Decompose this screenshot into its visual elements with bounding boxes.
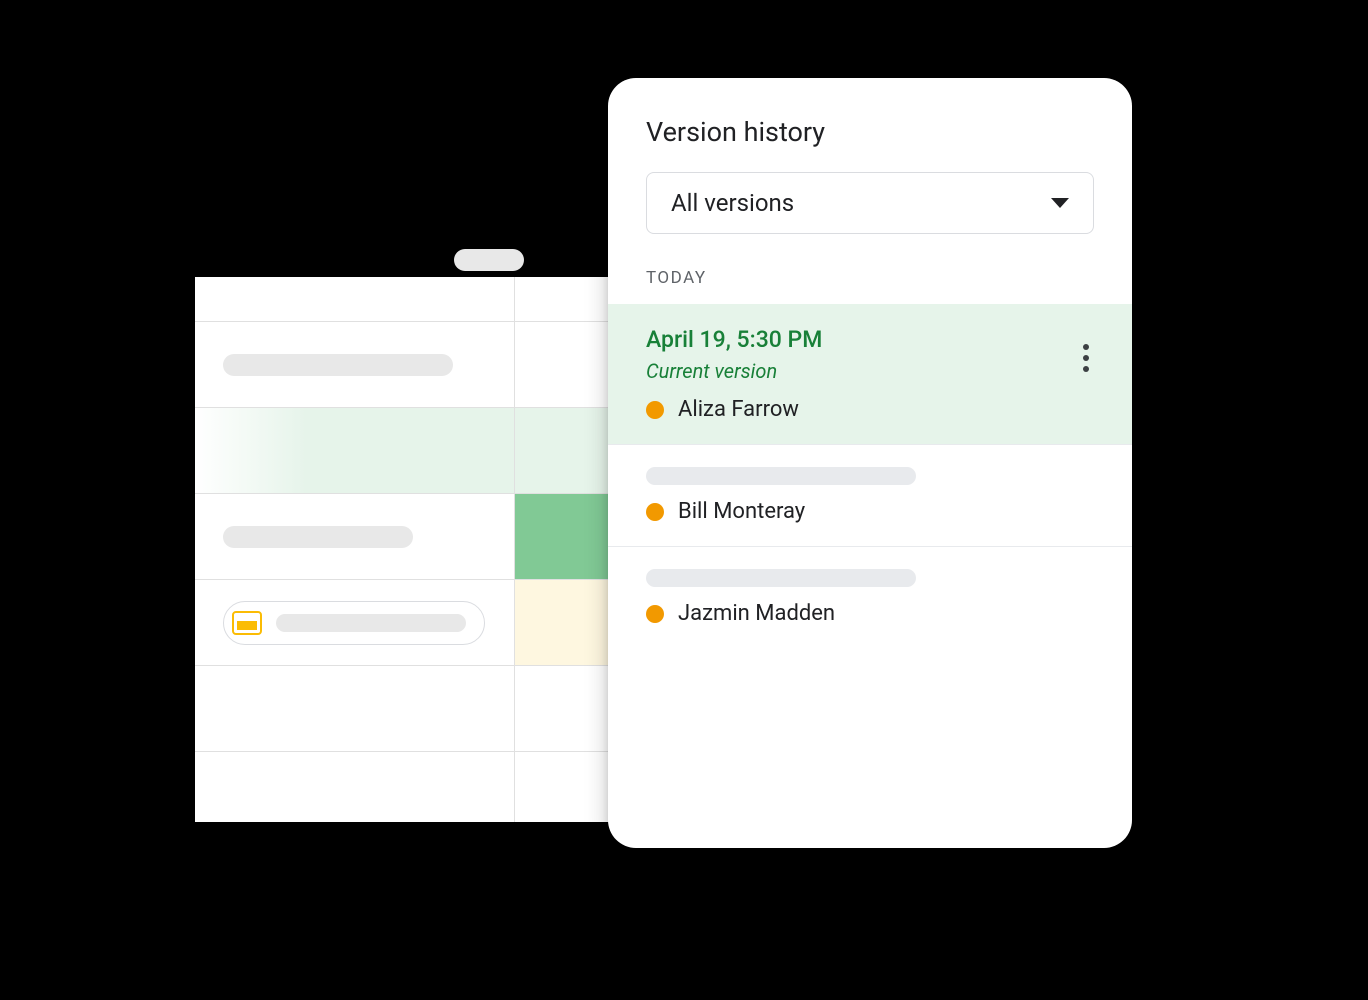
section-label-today: Today — [608, 234, 1132, 304]
placeholder-text — [276, 614, 466, 632]
spreadsheet-background — [195, 277, 675, 822]
version-item-current[interactable]: April 19, 5:30 PM Current version Aliza … — [608, 304, 1132, 444]
version-timestamp: April 19, 5:30 PM — [646, 326, 1094, 353]
sheet-row-highlighted — [195, 408, 675, 493]
editor-name: Aliza Farrow — [678, 397, 799, 422]
placeholder-timestamp — [646, 569, 916, 587]
version-editor: Jazmin Madden — [646, 601, 1094, 626]
caret-down-icon — [1051, 198, 1069, 208]
more-options-button[interactable] — [1074, 338, 1098, 378]
placeholder-text — [223, 526, 413, 548]
version-editor: Aliza Farrow — [646, 397, 1094, 422]
version-item[interactable]: Bill Monteray — [608, 444, 1132, 546]
version-history-panel: Version history All versions Today April… — [608, 78, 1132, 848]
panel-title: Version history — [608, 78, 1132, 172]
sheet-row — [195, 580, 675, 665]
placeholder-text — [223, 354, 453, 376]
sheet-row — [195, 666, 675, 751]
file-chip[interactable] — [223, 601, 485, 645]
editor-dot-icon — [646, 401, 664, 419]
editor-dot-icon — [646, 605, 664, 623]
placeholder-timestamp — [646, 467, 916, 485]
version-item[interactable]: Jazmin Madden — [608, 546, 1132, 648]
versions-filter-dropdown[interactable]: All versions — [646, 172, 1094, 234]
column-tab — [454, 249, 524, 271]
editor-dot-icon — [646, 503, 664, 521]
sheet-row — [195, 494, 675, 579]
version-editor: Bill Monteray — [646, 499, 1094, 524]
editor-name: Bill Monteray — [678, 499, 805, 524]
editor-name: Jazmin Madden — [678, 601, 835, 626]
sheet-row — [195, 322, 675, 407]
sheet-row — [195, 752, 675, 822]
slides-icon — [232, 611, 262, 635]
dropdown-label: All versions — [671, 189, 794, 217]
version-subtitle: Current version — [646, 359, 1094, 383]
